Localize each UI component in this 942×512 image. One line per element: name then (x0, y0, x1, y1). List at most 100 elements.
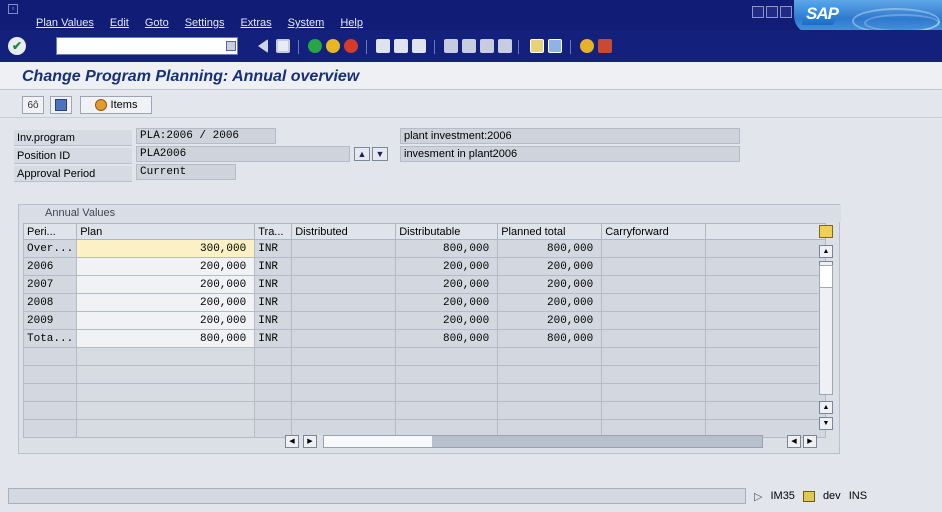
insert-mode[interactable]: INS (849, 490, 867, 502)
find-next-icon[interactable] (412, 39, 426, 53)
empty-cell (601, 401, 707, 420)
command-input[interactable] (57, 38, 237, 54)
display-change-button[interactable]: 6ô (22, 96, 44, 114)
vertical-scrollbar[interactable]: ▲ ▼ ▲ ▼ (817, 223, 835, 439)
cell-plan[interactable]: 800,000 (76, 329, 256, 348)
position-id-field[interactable]: PLA2006 (136, 146, 350, 162)
empty-table-row[interactable] (22, 383, 827, 402)
empty-table-row[interactable] (22, 401, 827, 420)
column-header-distributed[interactable]: Distributed (291, 223, 397, 240)
menu-system[interactable]: System (288, 17, 325, 29)
command-field[interactable] (56, 37, 238, 55)
column-header-distributable[interactable]: Distributable (395, 223, 499, 240)
collapse-icon[interactable] (258, 39, 268, 53)
exit-icon[interactable] (326, 39, 340, 53)
cell-currency: INR (254, 293, 293, 312)
scroll-left-icon[interactable]: ◀ (285, 435, 299, 448)
table-row[interactable]: 2008 200,000 INR 200,000 200,000 (22, 293, 827, 312)
save-icon[interactable] (276, 39, 290, 53)
table-row[interactable]: Over... 300,000 INR 800,000 800,000 (22, 239, 827, 258)
column-header-carryforward[interactable]: Carryforward (601, 223, 707, 240)
empty-cell (497, 401, 603, 420)
create-session-icon[interactable] (530, 39, 544, 53)
previous-position-icon[interactable]: ▲ (354, 147, 370, 161)
cell-filler (705, 293, 827, 312)
layout-icon[interactable] (598, 39, 612, 53)
close-window-icon[interactable] (780, 6, 792, 18)
horizontal-scrollbar[interactable]: ◀ ▶ (285, 435, 763, 449)
menu-plan-values[interactable]: Plan Values (36, 17, 94, 29)
cell-currency: INR (254, 329, 293, 348)
column-header-period[interactable]: Peri... (22, 223, 78, 240)
scroll-up-icon[interactable]: ▲ (819, 245, 833, 258)
back-icon[interactable] (308, 39, 322, 53)
menu-extras[interactable]: Extras (240, 17, 271, 29)
cell-planned-total: 200,000 (497, 257, 603, 276)
cell-planned-total: 800,000 (497, 239, 603, 258)
menu-edit[interactable]: Edit (110, 17, 129, 29)
approval-period-field[interactable]: Current (136, 164, 236, 180)
horizontal-scroll-track[interactable] (323, 435, 763, 448)
shortcut-icon[interactable] (548, 39, 562, 53)
server-icon[interactable] (802, 490, 815, 502)
position-id-description: invesment in plant2006 (400, 146, 740, 162)
scroll-right-icon[interactable]: ▶ (303, 435, 317, 448)
empty-table-row[interactable] (22, 347, 827, 366)
column-scroll[interactable]: ◀ ▶ (787, 435, 817, 449)
column-header-currency[interactable]: Tra... (254, 223, 293, 240)
menu-help[interactable]: Help (340, 17, 363, 29)
expand-status-icon[interactable]: ▷ (754, 490, 762, 503)
items-button[interactable]: Items (80, 96, 152, 114)
empty-cell (76, 401, 256, 420)
table-row[interactable]: 2006 200,000 INR 200,000 200,000 (22, 257, 827, 276)
cell-filler (705, 329, 827, 348)
inv-program-field[interactable]: PLA:2006 / 2006 (136, 128, 276, 144)
horizontal-scroll-thumb[interactable] (324, 436, 432, 447)
window-controls (752, 6, 792, 18)
previous-page-icon[interactable] (462, 39, 476, 53)
cell-period: 2007 (22, 275, 78, 294)
next-page-icon[interactable] (480, 39, 494, 53)
menu-settings[interactable]: Settings (185, 17, 225, 29)
cell-distributed (291, 311, 397, 330)
inv-program-description: plant investment:2006 (400, 128, 740, 144)
cell-planned-total: 200,000 (497, 275, 603, 294)
edit-button[interactable] (50, 96, 72, 114)
vertical-scroll-thumb[interactable] (820, 266, 832, 288)
cell-plan[interactable]: 200,000 (76, 293, 256, 312)
print-icon[interactable] (376, 39, 390, 53)
column-scroll-right-icon[interactable]: ▶ (803, 435, 817, 448)
menu-goto[interactable]: Goto (145, 17, 169, 29)
cell-plan[interactable]: 200,000 (76, 275, 256, 294)
next-position-icon[interactable]: ▼ (372, 147, 388, 161)
scroll-page-down-icon[interactable]: ▼ (819, 417, 833, 430)
cell-currency: INR (254, 311, 293, 330)
last-page-icon[interactable] (498, 39, 512, 53)
cell-plan[interactable]: 200,000 (76, 257, 256, 276)
cancel-icon[interactable] (344, 39, 358, 53)
annual-values-grid: Peri... Plan Tra... Distributed Distribu… (22, 223, 827, 438)
cell-distributable: 200,000 (395, 311, 499, 330)
scroll-page-up-icon[interactable]: ▲ (819, 401, 833, 414)
table-row[interactable]: 2009 200,000 INR 200,000 200,000 (22, 311, 827, 330)
column-scroll-left-icon[interactable]: ◀ (787, 435, 801, 448)
find-icon[interactable] (394, 39, 408, 53)
cell-plan[interactable]: 300,000 (76, 239, 256, 258)
cell-distributable: 200,000 (395, 257, 499, 276)
column-header-plan[interactable]: Plan (76, 223, 256, 240)
help-icon[interactable] (580, 39, 594, 53)
cell-filler (705, 239, 827, 258)
table-row[interactable]: Tota... 800,000 INR 800,000 800,000 (22, 329, 827, 348)
command-history-icon[interactable] (226, 41, 236, 51)
minimize-icon[interactable] (752, 6, 764, 18)
column-header-planned-total[interactable]: Planned total (497, 223, 603, 240)
first-page-icon[interactable] (444, 39, 458, 53)
cell-plan[interactable]: 200,000 (76, 311, 256, 330)
empty-table-row[interactable] (22, 365, 827, 384)
maximize-icon[interactable] (766, 6, 778, 18)
cell-period: 2006 (22, 257, 78, 276)
system-menu-icon[interactable]: ▫ (8, 4, 18, 14)
enter-icon[interactable]: ✔ (8, 37, 26, 55)
vertical-scroll-track[interactable] (819, 265, 833, 395)
table-row[interactable]: 2007 200,000 INR 200,000 200,000 (22, 275, 827, 294)
